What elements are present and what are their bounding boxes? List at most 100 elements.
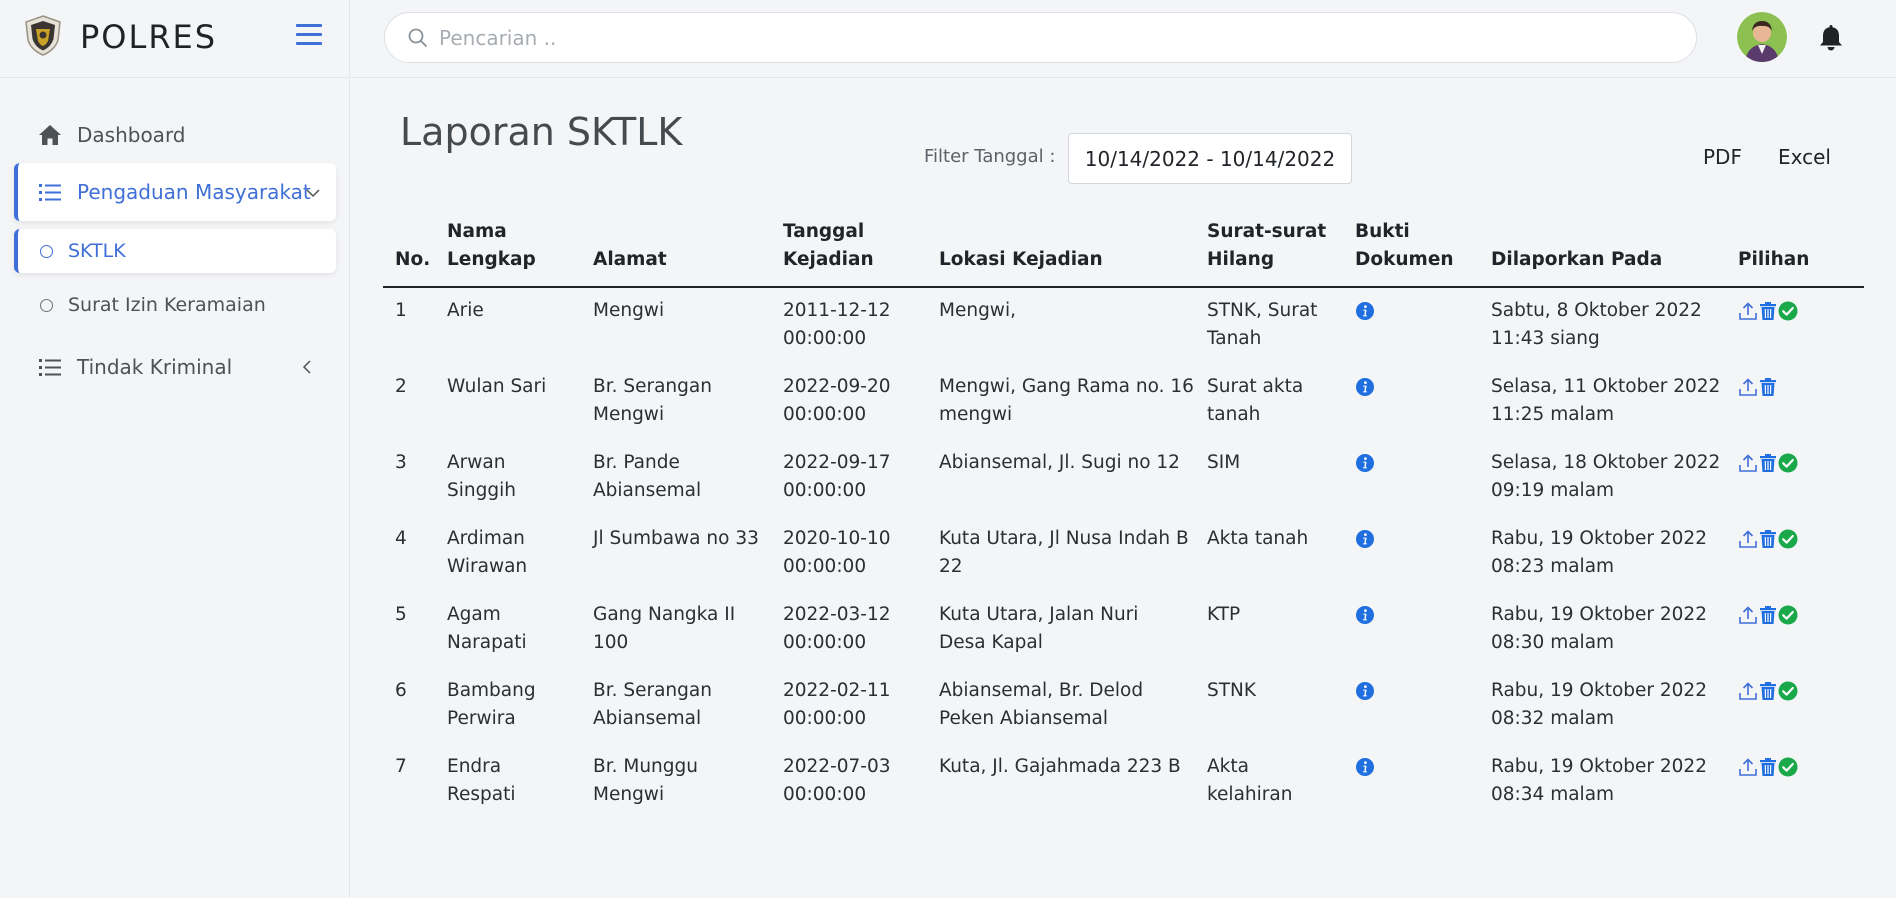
alamat-text: Abiansemal bbox=[593, 480, 702, 501]
circle-icon bbox=[40, 299, 53, 312]
upload-icon[interactable] bbox=[1738, 453, 1758, 482]
header-text: Alamat bbox=[593, 249, 667, 270]
top-bar bbox=[351, 0, 1896, 78]
table-header-row: No. Nama Lengkap Alamat Tanggal Kejadian L… bbox=[383, 212, 1864, 288]
info-icon[interactable] bbox=[1355, 529, 1375, 558]
lokasi-text: Abiansemal, Jl. Sugi no 12 bbox=[939, 452, 1180, 473]
tanggal-text: 2020-10-10 bbox=[783, 528, 891, 549]
sidebar-item-label: SKTLK bbox=[68, 240, 126, 262]
header-text: No. bbox=[395, 249, 431, 270]
surat-text: tanah bbox=[1207, 404, 1261, 425]
check-circle-icon[interactable] bbox=[1778, 529, 1798, 558]
info-icon[interactable] bbox=[1355, 301, 1375, 330]
brand-name: POLRES bbox=[80, 18, 218, 56]
cell-surat: Surat akta tanah bbox=[1195, 364, 1343, 440]
cell-dilaporkan: Rabu, 19 Oktober 2022 08:34 malam bbox=[1479, 744, 1726, 820]
cell-surat: Akta tanah bbox=[1195, 516, 1343, 592]
header-text: Bukti bbox=[1355, 221, 1410, 242]
check-circle-icon[interactable] bbox=[1778, 681, 1798, 710]
dilaporkan-text: Selasa, 11 Oktober 2022 bbox=[1491, 376, 1721, 397]
sidebar-subitem-surat-izin-keramaian[interactable]: Surat Izin Keramaian bbox=[14, 283, 336, 327]
cell-bukti bbox=[1343, 592, 1479, 668]
avatar[interactable] bbox=[1737, 12, 1787, 62]
cell-no: 3 bbox=[383, 440, 435, 516]
trash-icon[interactable] bbox=[1759, 377, 1777, 406]
upload-icon[interactable] bbox=[1738, 529, 1758, 558]
dilaporkan-text: 11:25 malam bbox=[1491, 404, 1615, 425]
dilaporkan-text: Sabtu, 8 Oktober 2022 bbox=[1491, 300, 1702, 321]
cell-bukti bbox=[1343, 287, 1479, 364]
cell-pilihan bbox=[1726, 516, 1864, 592]
cell-tanggal: 2022-09-17 00:00:00 bbox=[771, 440, 927, 516]
lokasi-text: Kuta Utara, Jl Nusa Indah B bbox=[939, 528, 1189, 549]
sidebar-item-dashboard[interactable]: Dashboard bbox=[14, 115, 336, 155]
export-pdf-button[interactable]: PDF bbox=[1703, 145, 1742, 169]
brand-bar: POLRES bbox=[0, 0, 350, 78]
export-excel-button[interactable]: Excel bbox=[1778, 145, 1831, 169]
nama-text: Bambang bbox=[447, 680, 536, 701]
cell-alamat: Gang Nangka II 100 bbox=[581, 592, 771, 668]
upload-icon[interactable] bbox=[1738, 377, 1758, 406]
tanggal-text: 00:00:00 bbox=[783, 480, 867, 501]
no-text: 3 bbox=[395, 452, 407, 473]
info-icon[interactable] bbox=[1355, 377, 1375, 406]
info-icon[interactable] bbox=[1355, 757, 1375, 786]
lokasi-text: Kuta, Jl. Gajahmada 223 B bbox=[939, 756, 1181, 777]
dilaporkan-text: 11:43 siang bbox=[1491, 328, 1600, 349]
trash-icon[interactable] bbox=[1759, 681, 1777, 710]
surat-text: Akta bbox=[1207, 756, 1249, 777]
menu-icon[interactable] bbox=[296, 24, 322, 46]
alamat-text: Br. Pande bbox=[593, 452, 680, 473]
info-icon[interactable] bbox=[1355, 605, 1375, 634]
check-circle-icon[interactable] bbox=[1778, 453, 1798, 482]
upload-icon[interactable] bbox=[1738, 681, 1758, 710]
info-icon[interactable] bbox=[1355, 681, 1375, 710]
bell-icon[interactable] bbox=[1818, 23, 1844, 51]
upload-icon[interactable] bbox=[1738, 757, 1758, 786]
trash-icon[interactable] bbox=[1759, 529, 1777, 558]
upload-icon[interactable] bbox=[1738, 301, 1758, 330]
alamat-text: Gang Nangka II bbox=[593, 604, 736, 625]
alamat-text: Br. Munggu bbox=[593, 756, 698, 777]
nama-text: Wulan Sari bbox=[447, 376, 547, 397]
sidebar-item-label: Pengaduan Masyarakat bbox=[77, 180, 311, 204]
alamat-text: Br. Serangan bbox=[593, 680, 712, 701]
trash-icon[interactable] bbox=[1759, 301, 1777, 330]
header-text: Surat-surat bbox=[1207, 221, 1327, 242]
alamat-text: Br. Serangan bbox=[593, 376, 712, 397]
check-circle-icon[interactable] bbox=[1778, 605, 1798, 634]
sidebar: Dashboard Pengaduan Masyarakat SKTLK Sur… bbox=[0, 79, 350, 898]
sidebar-item-tindak-kriminal[interactable]: Tindak Kriminal bbox=[14, 347, 336, 387]
cell-nama: Agam Narapati bbox=[435, 592, 581, 668]
sidebar-item-label: Surat Izin Keramaian bbox=[68, 294, 266, 316]
col-header-surat: Surat-surat Hilang bbox=[1195, 212, 1343, 288]
cell-alamat: Mengwi bbox=[581, 287, 771, 364]
no-text: 2 bbox=[395, 376, 407, 397]
upload-icon[interactable] bbox=[1738, 605, 1758, 634]
date-range-filter[interactable]: 10/14/2022 - 10/14/2022 bbox=[1068, 133, 1352, 184]
header-text: Dilaporkan Pada bbox=[1491, 249, 1663, 270]
check-circle-icon[interactable] bbox=[1778, 757, 1798, 786]
info-icon[interactable] bbox=[1355, 453, 1375, 482]
tanggal-text: 2022-02-11 bbox=[783, 680, 891, 701]
col-header-pilihan: Pilihan bbox=[1726, 212, 1864, 288]
search-input[interactable] bbox=[385, 13, 1696, 62]
nama-text: Arwan bbox=[447, 452, 506, 473]
trash-icon[interactable] bbox=[1759, 605, 1777, 634]
chevron-left-icon bbox=[302, 360, 311, 374]
trash-icon[interactable] bbox=[1759, 757, 1777, 786]
surat-text: SIM bbox=[1207, 452, 1241, 473]
check-circle-icon[interactable] bbox=[1778, 301, 1798, 330]
sidebar-item-pengaduan-masyarakat[interactable]: Pengaduan Masyarakat bbox=[14, 163, 336, 221]
cell-tanggal: 2022-03-12 00:00:00 bbox=[771, 592, 927, 668]
nama-text: Endra bbox=[447, 756, 502, 777]
cell-no: 6 bbox=[383, 668, 435, 744]
trash-icon[interactable] bbox=[1759, 453, 1777, 482]
sidebar-subitem-sktlk[interactable]: SKTLK bbox=[14, 229, 336, 273]
cell-surat: SIM bbox=[1195, 440, 1343, 516]
cell-alamat: Br. Munggu Mengwi bbox=[581, 744, 771, 820]
cell-nama: Arwan Singgih bbox=[435, 440, 581, 516]
table-row: 5 Agam Narapati Gang Nangka II 100 2022-03-12… bbox=[383, 592, 1864, 668]
tanggal-text: 00:00:00 bbox=[783, 632, 867, 653]
cell-dilaporkan: Selasa, 18 Oktober 2022 09:19 malam bbox=[1479, 440, 1726, 516]
